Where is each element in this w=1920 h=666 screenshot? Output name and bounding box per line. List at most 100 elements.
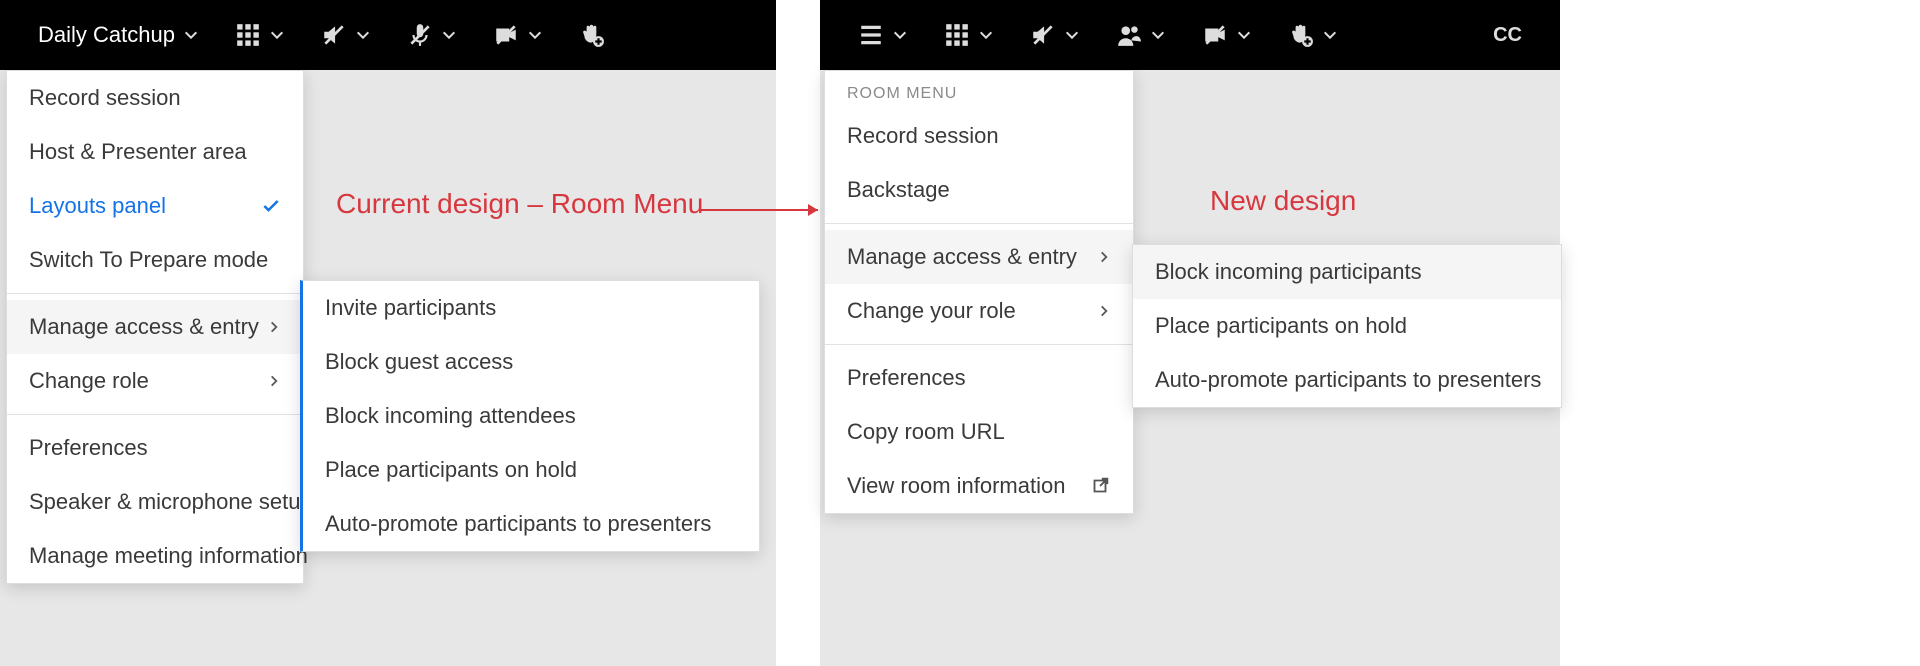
camera-button[interactable] — [475, 0, 561, 70]
raise-hand-button[interactable] — [1270, 0, 1356, 70]
microphone-button[interactable] — [389, 0, 475, 70]
room-menu-dropdown-current: Record session Host & Presenter area Lay… — [6, 70, 304, 584]
layouts-grid-button[interactable] — [926, 0, 1012, 70]
menu-item-label: Speaker & microphone setup — [29, 489, 313, 515]
chevron-down-icon — [1150, 27, 1166, 43]
speaker-button[interactable] — [1012, 0, 1098, 70]
menu-preferences[interactable]: Preferences — [825, 351, 1133, 405]
menu-backstage[interactable]: Backstage — [825, 163, 1133, 217]
menu-view-room-information[interactable]: View room information — [825, 459, 1133, 513]
chevron-down-icon — [183, 27, 199, 43]
chevron-right-icon — [267, 320, 281, 334]
raise-hand-icon — [1288, 22, 1314, 48]
grid-icon — [235, 22, 261, 48]
toolbar-new: CC — [820, 0, 1560, 70]
chevron-right-icon — [1097, 304, 1111, 318]
camera-muted-icon — [493, 22, 519, 48]
attendees-button[interactable] — [1098, 0, 1184, 70]
microphone-muted-icon — [407, 22, 433, 48]
arrow-icon — [700, 198, 828, 222]
submenu-place-participants-on-hold[interactable]: Place participants on hold — [303, 443, 759, 497]
room-name-dropdown[interactable]: Daily Catchup — [20, 0, 217, 70]
camera-muted-icon — [1202, 22, 1228, 48]
chevron-down-icon — [978, 27, 994, 43]
cc-button[interactable]: CC — [1475, 0, 1540, 70]
menu-item-label: Change role — [29, 368, 149, 394]
menu-separator — [825, 344, 1133, 345]
menu-header: ROOM MENU — [825, 71, 1133, 109]
room-menu-button[interactable] — [840, 0, 926, 70]
menu-item-label: Backstage — [847, 177, 950, 203]
menu-item-label: Copy room URL — [847, 419, 1005, 445]
submenu-auto-promote[interactable]: Auto-promote participants to presenters — [303, 497, 759, 551]
annotation-new-design: New design — [1210, 185, 1356, 217]
annotation-current-design: Current design – Room Menu — [336, 188, 703, 220]
menu-item-label: Auto-promote participants to presenters — [1155, 367, 1541, 393]
chevron-down-icon — [892, 27, 908, 43]
cc-label: CC — [1493, 24, 1522, 47]
menu-item-label: Change your role — [847, 298, 1016, 324]
chevron-down-icon — [527, 27, 543, 43]
menu-separator — [7, 414, 303, 415]
chevron-down-icon — [355, 27, 371, 43]
menu-item-label: Auto-promote participants to presenters — [325, 511, 711, 537]
speaker-button[interactable] — [303, 0, 389, 70]
chevron-down-icon — [441, 27, 457, 43]
menu-item-label: View room information — [847, 473, 1065, 499]
menu-item-label: Preferences — [29, 435, 148, 461]
menu-item-label: Switch To Prepare mode — [29, 247, 268, 273]
menu-item-label: Manage access & entry — [29, 314, 259, 340]
attendees-icon — [1116, 22, 1142, 48]
menu-item-label: Host & Presenter area — [29, 139, 247, 165]
menu-change-role[interactable]: Change role — [7, 354, 303, 408]
check-icon — [261, 196, 281, 216]
speaker-muted-icon — [321, 22, 347, 48]
submenu-invite-participants[interactable]: Invite participants — [303, 281, 759, 335]
menu-item-label: Place participants on hold — [1155, 313, 1407, 339]
camera-button[interactable] — [1184, 0, 1270, 70]
speaker-muted-icon — [1030, 22, 1056, 48]
toolbar-current: Daily Catchup — [0, 0, 776, 70]
menu-item-label: Preferences — [847, 365, 966, 391]
menu-preferences[interactable]: Preferences — [7, 421, 303, 475]
menu-switch-prepare-mode[interactable]: Switch To Prepare mode — [7, 233, 303, 287]
grid-icon — [944, 22, 970, 48]
menu-item-label: Record session — [847, 123, 999, 149]
raise-hand-icon — [579, 22, 605, 48]
raise-hand-button[interactable] — [561, 0, 623, 70]
menu-manage-access-entry[interactable]: Manage access & entry — [7, 300, 303, 354]
submenu-block-incoming-participants[interactable]: Block incoming participants — [1133, 245, 1561, 299]
menu-manage-meeting-information[interactable]: Manage meeting information — [7, 529, 303, 583]
chevron-down-icon — [1236, 27, 1252, 43]
menu-item-label: Manage meeting information — [29, 543, 308, 569]
menu-record-session[interactable]: Record session — [7, 71, 303, 125]
popout-icon — [1089, 475, 1111, 497]
submenu-block-guest-access[interactable]: Block guest access — [303, 335, 759, 389]
menu-layouts-panel[interactable]: Layouts panel — [7, 179, 303, 233]
submenu-auto-promote[interactable]: Auto-promote participants to presenters — [1133, 353, 1561, 407]
room-menu-dropdown-new: ROOM MENU Record session Backstage Manag… — [824, 70, 1134, 514]
menu-copy-room-url[interactable]: Copy room URL — [825, 405, 1133, 459]
menu-item-label: Block incoming participants — [1155, 259, 1422, 285]
room-name-label: Daily Catchup — [38, 22, 175, 48]
layouts-grid-button[interactable] — [217, 0, 303, 70]
submenu-block-incoming-attendees[interactable]: Block incoming attendees — [303, 389, 759, 443]
menu-manage-access-entry[interactable]: Manage access & entry — [825, 230, 1133, 284]
menu-item-label: Invite participants — [325, 295, 496, 321]
menu-item-label: Layouts panel — [29, 193, 166, 219]
menu-item-label: Manage access & entry — [847, 244, 1077, 270]
menu-separator — [825, 223, 1133, 224]
chevron-down-icon — [269, 27, 285, 43]
menu-item-label: Place participants on hold — [325, 457, 577, 483]
menu-change-your-role[interactable]: Change your role — [825, 284, 1133, 338]
menu-item-label: Block incoming attendees — [325, 403, 576, 429]
menu-host-presenter-area[interactable]: Host & Presenter area — [7, 125, 303, 179]
chevron-right-icon — [1097, 250, 1111, 264]
menu-record-session[interactable]: Record session — [825, 109, 1133, 163]
menu-separator — [7, 293, 303, 294]
menu-item-label: Record session — [29, 85, 181, 111]
chevron-right-icon — [267, 374, 281, 388]
manage-access-submenu-current: Invite participants Block guest access B… — [300, 280, 760, 552]
menu-speaker-microphone-setup[interactable]: Speaker & microphone setup — [7, 475, 303, 529]
submenu-place-participants-on-hold[interactable]: Place participants on hold — [1133, 299, 1561, 353]
